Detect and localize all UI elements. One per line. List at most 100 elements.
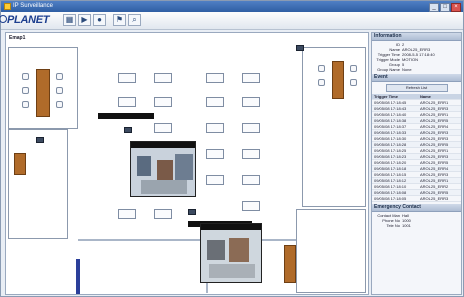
row-time: 09/05/08 17:18:45 (374, 100, 407, 105)
column-header[interactable]: Trigger Time (372, 94, 420, 99)
event-table: 09/05/08 17:18:45 AROL25_ERR1 09/05/08 17:… (372, 100, 461, 202)
desk (206, 149, 224, 159)
desk (154, 73, 172, 83)
row-name: AROL25_ERR3 (420, 154, 449, 159)
chair (56, 73, 63, 80)
row-time: 09/05/08 17:18:40 (374, 112, 407, 117)
row-name: AROL25_ERR4 (420, 124, 449, 129)
row-time: 09/05/08 17:18:28 (374, 142, 407, 147)
row-time: 09/05/08 17:18:20 (374, 160, 407, 165)
row-time: 09/05/08 17:18:15 (374, 172, 407, 177)
record-button[interactable]: ● (93, 14, 106, 26)
row-name: AROL25_ERR1 (420, 100, 449, 105)
info-header: Information (372, 33, 461, 41)
status-row: Tele No 1001 (372, 223, 461, 228)
row-name: AROL25_ERR5 (420, 142, 449, 147)
desk (154, 123, 172, 133)
camera-marker[interactable] (296, 45, 304, 51)
desk (206, 97, 224, 107)
refresh-list-button[interactable]: Refresh List (385, 84, 448, 92)
desk (242, 73, 260, 83)
video-frame (201, 230, 261, 282)
conference-table-bottom (284, 245, 296, 283)
row-name: AROL25_ERR3 (420, 172, 449, 177)
row-name: AROL25_ERR1 (420, 148, 449, 153)
desk (242, 201, 260, 211)
row-time: 09/05/08 17:18:05 (374, 196, 407, 201)
desk (242, 149, 260, 159)
wall-bottom (78, 239, 296, 241)
info-value: MOTION (402, 57, 418, 62)
desk (118, 209, 136, 219)
desk (118, 73, 136, 83)
row-time: 09/05/08 17:18:08 (374, 190, 407, 195)
camera-marker[interactable] (188, 209, 196, 215)
info-list: ID 2 Name AROL25_ERR3 Trigger Time 2008-5-5 1… (372, 41, 461, 74)
app-icon (4, 3, 11, 10)
desk (118, 97, 136, 107)
chair (318, 65, 325, 72)
room-bottom-right (296, 209, 366, 293)
app-window: IP Surveillance _ □ × PLANET ▦ ▶ ● ⚑ ⌕ Ema… (0, 0, 464, 297)
desk (242, 97, 260, 107)
event-header: Event (372, 74, 461, 82)
info-key: Group Name (377, 67, 400, 72)
status-header: Emergency Contact (372, 204, 461, 212)
camera-label-bar (98, 113, 154, 119)
status-key: Tele No (386, 223, 400, 228)
maximize-button[interactable]: □ (440, 3, 450, 12)
map-label: Emap1 (9, 35, 26, 41)
row-time: 09/05/08 17:18:10 (374, 184, 407, 189)
logo-mark-icon (0, 15, 7, 23)
row-name: AROL25_ERR5 (420, 160, 449, 165)
row-name: AROL25_ERR2 (420, 184, 449, 189)
conference-table-left (36, 69, 50, 117)
video-frame (131, 148, 195, 196)
brand-logo: PLANET (7, 14, 50, 26)
row-name: AROL25_ERR3 (420, 106, 449, 111)
row-time: 09/05/08 17:18:37 (374, 124, 407, 129)
camera-marker[interactable] (124, 127, 132, 133)
chair (56, 101, 63, 108)
row-time: 09/05/08 17:18:18 (374, 166, 407, 171)
play-button[interactable]: ▶ (78, 14, 91, 26)
status-value: 1001 (402, 223, 411, 228)
minimize-button[interactable]: _ (429, 3, 439, 12)
chair (56, 87, 63, 94)
search-button[interactable]: ⌕ (128, 14, 141, 26)
desk (206, 175, 224, 185)
row-name: AROL25_ERR3 (420, 196, 449, 201)
toolbar: PLANET ▦ ▶ ● ⚑ ⌕ (0, 12, 463, 30)
info-value: None (402, 67, 412, 72)
desk (154, 97, 172, 107)
alarm-button[interactable]: ⚑ (113, 14, 126, 26)
row-time: 09/05/08 17:18:30 (374, 136, 407, 141)
desk (154, 209, 172, 219)
desk (206, 73, 224, 83)
row-time: 09/05/08 17:18:33 (374, 130, 407, 135)
row-name: AROL25_ERR1 (420, 178, 449, 183)
row-name: AROL25_ERR5 (420, 190, 449, 195)
live-video-popup[interactable] (200, 223, 262, 283)
chair (318, 79, 325, 86)
info-row: Group Name None (372, 67, 461, 72)
grid-view-button[interactable]: ▦ (63, 14, 76, 26)
conference-table-right (332, 61, 344, 99)
chair (22, 87, 29, 94)
title-bar: IP Surveillance _ □ × (1, 1, 463, 12)
live-video-popup[interactable] (130, 141, 196, 197)
camera-marker[interactable] (36, 137, 44, 143)
row-name: AROL25_ERR3 (420, 136, 449, 141)
chair (22, 101, 29, 108)
row-time: 09/05/08 17:18:38 (374, 118, 407, 123)
row-time: 09/05/08 17:18:12 (374, 178, 407, 183)
row-time: 09/05/08 17:18:43 (374, 106, 407, 111)
column-header[interactable]: Name (420, 94, 458, 99)
close-button[interactable]: × (451, 3, 461, 12)
emap-canvas[interactable]: Emap1 (5, 32, 369, 295)
chair (22, 73, 29, 80)
pillar-marker (76, 259, 80, 294)
side-table (14, 153, 26, 175)
room-left-bottom (8, 129, 68, 239)
table-row[interactable]: 09/05/08 17:18:05 AROL25_ERR3 (372, 196, 461, 202)
